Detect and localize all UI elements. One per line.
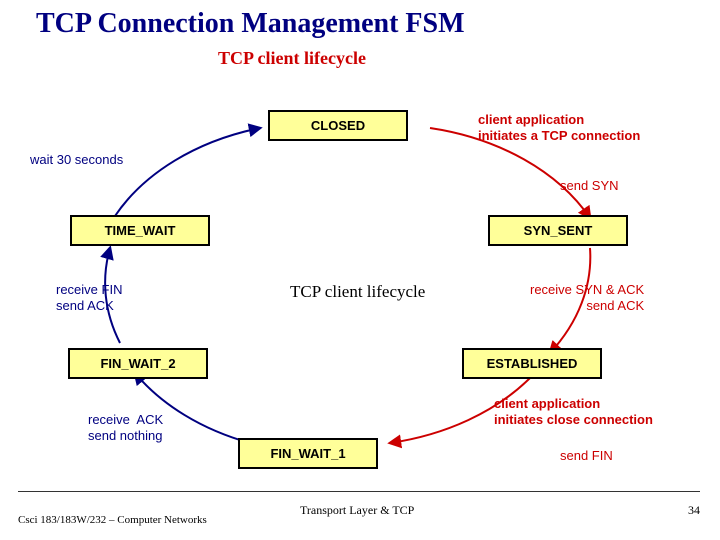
label-receive-ack: receive ACK send nothing: [88, 412, 163, 445]
label-send-fin: send FIN: [560, 448, 613, 464]
label-client-close: client application initiates close conne…: [494, 396, 653, 429]
state-syn-sent: SYN_SENT: [488, 215, 628, 246]
state-established: ESTABLISHED: [462, 348, 602, 379]
label-send-syn: send SYN: [560, 178, 619, 194]
state-fin-wait-1: FIN_WAIT_1: [238, 438, 378, 469]
label-receive-fin: receive FIN send ACK: [56, 282, 122, 315]
footer-page-number: 34: [688, 503, 700, 518]
center-label: TCP client lifecycle: [290, 282, 425, 302]
label-wait-30: wait 30 seconds: [30, 152, 123, 168]
footer-left: Csci 183/183W/232 – Computer Networks: [18, 514, 208, 526]
label-receive-syn-ack: receive SYN & ACK send ACK: [530, 282, 644, 315]
state-time-wait: TIME_WAIT: [70, 215, 210, 246]
page-subtitle: TCP client lifecycle: [218, 48, 366, 69]
state-fin-wait-2: FIN_WAIT_2: [68, 348, 208, 379]
state-closed: CLOSED: [268, 110, 408, 141]
footer-separator: [18, 491, 700, 492]
footer-center: Transport Layer & TCP: [300, 503, 414, 518]
page-title: TCP Connection Management FSM: [36, 8, 465, 40]
label-client-initiates: client application initiates a TCP conne…: [478, 112, 640, 145]
